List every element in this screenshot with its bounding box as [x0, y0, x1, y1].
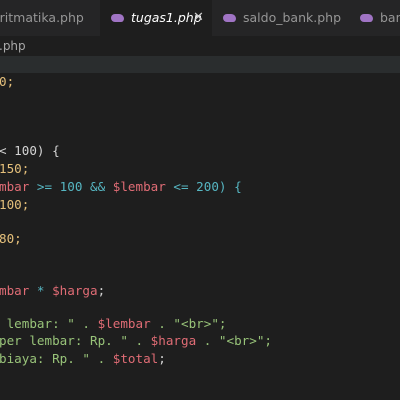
tab-label: bang — [380, 10, 400, 25]
php-icon — [360, 13, 373, 22]
current-line-highlight — [0, 56, 400, 73]
code-token: <= 200) { — [165, 179, 242, 194]
code-line: 150; — [0, 160, 29, 178]
code-token: 0; — [0, 74, 15, 89]
code-token: ; — [97, 283, 106, 298]
tab-bang[interactable]: bang — [344, 0, 400, 36]
breadcrumb[interactable]: .php — [0, 36, 400, 56]
php-icon — [111, 13, 124, 22]
code-editor[interactable]: 0; < 100) { 150; mbar >= 100 && $lembar … — [0, 56, 400, 400]
code-token: * — [29, 283, 53, 298]
code-token: 80; — [0, 231, 22, 246]
php-icon — [223, 13, 236, 22]
code-token: $total — [112, 351, 159, 366]
tab-label: saldo_bank.php — [243, 10, 341, 25]
code-token: $lembar — [112, 179, 166, 194]
tab-tugas1[interactable]: tugas1.php ✕ — [100, 0, 212, 36]
code-line: per lembar: Rp. " . $harga . "<br>"; — [0, 332, 272, 350]
code-token: >= 100 && — [29, 179, 113, 194]
code-line: < 100) { — [0, 142, 60, 160]
code-token: mbar — [0, 179, 30, 194]
tab-aritmatika[interactable]: aritmatika.php — [0, 0, 100, 36]
code-token: ; — [158, 351, 166, 366]
code-line: mbar >= 100 && $lembar <= 200) { — [0, 178, 242, 196]
code-token: per lembar: Rp. " . — [0, 333, 151, 348]
tab-label: tugas1.php — [131, 10, 202, 25]
code-token: biaya: Rp. " . — [0, 351, 113, 366]
code-line: 0; — [0, 73, 14, 91]
code-token: mbar — [0, 283, 30, 298]
code-token: $lembar — [97, 316, 151, 331]
tab-bar: aritmatika.php tugas1.php ✕ saldo_bank.p… — [0, 0, 400, 36]
code-line: lembar: " . $lembar . "<br>"; — [0, 315, 227, 333]
code-token: 100; — [0, 197, 30, 212]
code-token: . "<br>"; — [150, 316, 227, 331]
tab-label: aritmatika.php — [0, 10, 84, 25]
code-line: 80; — [0, 230, 22, 248]
tab-saldo-bank[interactable]: saldo_bank.php — [212, 0, 344, 36]
breadcrumb-file[interactable]: .php — [0, 39, 26, 53]
close-icon[interactable]: ✕ — [193, 0, 204, 36]
code-token: $harga — [52, 283, 98, 298]
code-token: lembar: " . — [0, 316, 98, 331]
code-line: mbar * $harga; — [0, 282, 105, 300]
code-token: < 100) { — [0, 143, 60, 158]
code-token: 150; — [0, 161, 30, 176]
code-token: . "<br>"; — [196, 333, 272, 348]
code-line: biaya: Rp. " . $total; — [0, 350, 166, 368]
code-line: 100; — [0, 196, 29, 214]
code-token: $harga — [150, 333, 197, 348]
